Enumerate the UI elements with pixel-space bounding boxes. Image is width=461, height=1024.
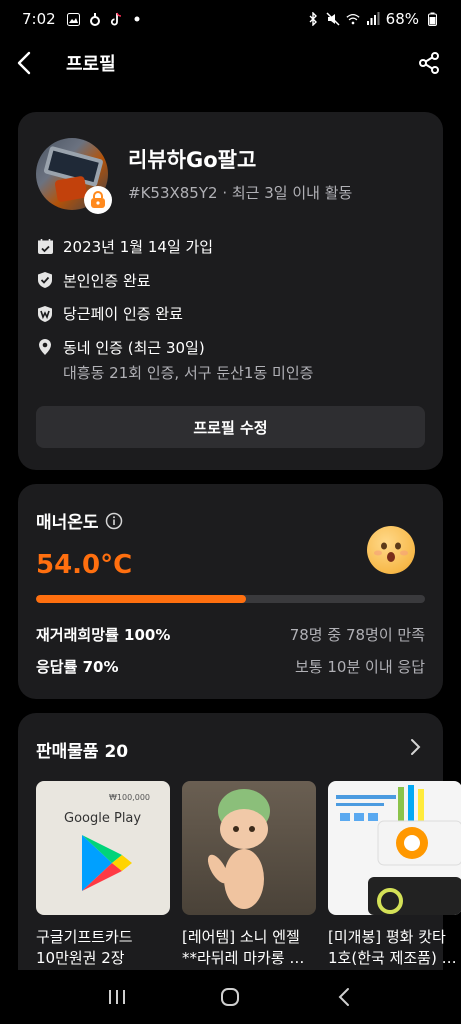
dot-icon <box>130 12 144 26</box>
nav-back-button[interactable] <box>324 977 364 1017</box>
avatar-wrap[interactable] <box>36 138 112 214</box>
wifi-icon <box>346 12 360 26</box>
share-icon <box>419 52 439 74</box>
list-item[interactable]: [레어템] 소니 엔젤 **라뒤레 마카롱 시... <box>182 781 316 969</box>
profile-info-list: 2023년 1월 14일 가입 본인인증 완료 당근페이 인증 완료 동네 인증… <box>36 230 426 383</box>
carrot-lock-icon <box>91 191 105 208</box>
list-item[interactable]: [미개봉] 평화 캇타 1호(한국 제조품) 사... <box>328 781 461 969</box>
item-title-line1: 구글기프트카드 <box>36 928 133 946</box>
item-thumbnail[interactable] <box>328 781 461 915</box>
neighborhood-text: 동네 인증 (최근 30일) <box>63 338 205 357</box>
edit-profile-button[interactable]: 프로필 수정 <box>36 406 425 448</box>
google-play-logo-icon <box>82 835 132 891</box>
item-title-line1: [미개봉] 평화 캇타 <box>328 928 446 946</box>
avatar-badge <box>84 186 112 214</box>
nickname: 리뷰하Go팔고 <box>128 148 257 172</box>
neighborhood-detail: 대흥동 21회 인증, 서구 둔산1동 미인증 <box>63 364 314 382</box>
identity-text: 본인인증 완료 <box>63 271 151 290</box>
shield-check-icon <box>36 271 54 289</box>
system-nav-bar <box>0 970 461 1024</box>
manner-title[interactable]: 매너온도 <box>36 508 123 533</box>
user-meta: #K53X85Y2 · 최근 3일 이내 활동 <box>128 184 353 202</box>
info-row-neighborhood: 동네 인증 (최근 30일) <box>36 331 426 365</box>
manner-temperature: 54.0°C <box>36 550 133 580</box>
item-title-line2: 10만원권 2장 <box>36 949 125 967</box>
temperature-bar-fill <box>36 595 247 603</box>
response-value: 보통 10분 이내 응답 <box>295 658 425 676</box>
status-time: 7:02 <box>22 10 56 28</box>
items-title[interactable]: 판매물품 20 <box>36 737 128 762</box>
info-row-identity: 본인인증 완료 <box>36 264 426 298</box>
response-label: 응답률 70% <box>36 658 119 676</box>
info-row-joined: 2023년 1월 14일 가입 <box>36 230 426 264</box>
list-item[interactable]: ₩100,000 Google Play 구글기프트카드 10만원권 2장 <box>36 781 170 969</box>
gallery-icon <box>67 12 81 26</box>
profile-card: 리뷰하Go팔고 #K53X85Y2 · 최근 3일 이내 활동 2023년 1월… <box>18 112 443 470</box>
item-title-line2: 1호(한국 제조품) 사... <box>328 949 461 967</box>
item-title-line1: [레어템] 소니 엔젤 <box>182 928 300 946</box>
response-row: 응답률 70% 보통 10분 이내 응답 <box>36 656 425 677</box>
home-button[interactable] <box>210 977 250 1017</box>
page-title: 프로필 <box>66 54 116 75</box>
info-row-pay: 당근페이 인증 완료 <box>36 297 426 331</box>
rehire-row: 재거래희망률 100% 78명 중 78명이 만족 <box>36 624 425 645</box>
pay-shield-icon <box>36 305 54 323</box>
price-tag-text: ₩100,000 <box>109 793 150 802</box>
recent-apps-icon <box>108 990 125 1004</box>
item-title-line2: **라뒤레 마카롱 시... <box>182 949 316 967</box>
surprised-face-icon <box>367 526 415 574</box>
pay-text: 당근페이 인증 완료 <box>63 305 183 324</box>
item-thumbnail[interactable]: ₩100,000 Google Play <box>36 781 170 915</box>
bluetooth-icon <box>306 12 320 26</box>
status-bar: 7:02 68% <box>0 0 461 38</box>
battery-text: 68% <box>385 10 419 28</box>
temperature-bar <box>36 595 425 603</box>
app-notification-icon <box>88 12 102 26</box>
app-bar: 프로필 <box>0 38 461 88</box>
recent-apps-button[interactable] <box>97 977 137 1017</box>
angel-doll-image <box>207 789 270 909</box>
manner-title-label: 매너온도 <box>36 513 99 533</box>
back-button[interactable] <box>16 47 48 79</box>
tiktok-icon <box>109 12 123 26</box>
chevron-right-icon[interactable] <box>405 737 425 757</box>
items-list: ₩100,000 Google Play 구글기프트카드 10만원권 2장 [레… <box>36 781 461 969</box>
manner-card: 매너온도 54.0°C 재거래희망률 100% 78명 중 78명이 만족 응답… <box>18 484 443 699</box>
rehire-value: 78명 중 78명이 만족 <box>289 626 425 644</box>
signal-icon <box>366 12 380 26</box>
info-icon[interactable] <box>105 512 123 530</box>
battery-icon <box>425 12 439 26</box>
rehire-label: 재거래희망률 100% <box>36 626 171 644</box>
home-icon <box>221 988 240 1006</box>
calendar-icon <box>36 238 54 256</box>
google-play-text: Google Play <box>64 811 142 826</box>
mute-icon <box>326 12 340 26</box>
share-button[interactable] <box>413 47 445 79</box>
joined-text: 2023년 1월 14일 가입 <box>63 238 214 257</box>
tape-cutter-image <box>336 785 461 915</box>
back-arrow-icon <box>338 988 350 1006</box>
item-thumbnail[interactable] <box>182 781 316 915</box>
chevron-left-icon <box>17 51 31 75</box>
location-pin-icon <box>36 338 54 356</box>
